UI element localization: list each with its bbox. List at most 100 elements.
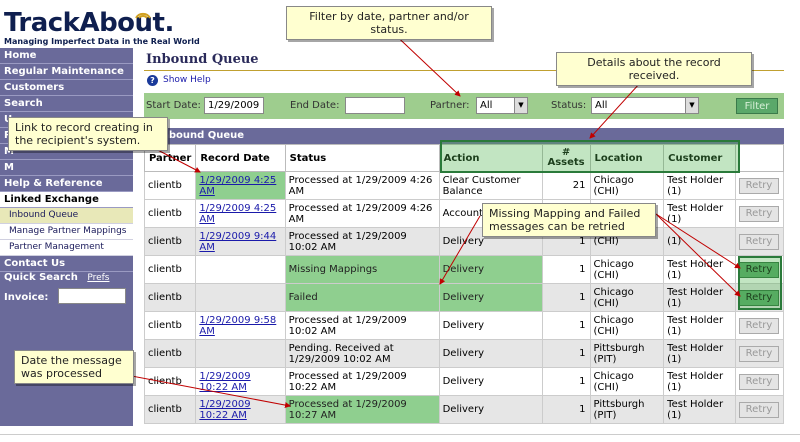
details-highlight-box (440, 140, 740, 173)
nav-contact-us[interactable]: Contact Us (0, 256, 133, 272)
record-date-link[interactable]: 1/29/2009 10:22 AM (199, 399, 250, 421)
status-select[interactable]: All ▼ (591, 97, 699, 114)
cell-status: Pending. Received at 1/29/2009 10:02 AM (284, 339, 440, 368)
cell-partner: clientb (143, 311, 197, 340)
cell-status: Processed at 1/29/2009 10:02 AM (284, 227, 440, 256)
end-date-input[interactable] (345, 97, 405, 114)
filter-button[interactable]: Filter (736, 98, 778, 114)
cell-retry: Retry (734, 311, 785, 340)
table-row: clientb Pending. Received at 1/29/2009 1… (143, 339, 785, 368)
cell-record-date: 1/29/2009 4:25 AM (195, 171, 286, 200)
nav-search[interactable]: Search (0, 96, 133, 112)
cell-action: Delivery (438, 283, 543, 312)
retry-button[interactable]: Retry (738, 205, 779, 222)
nav-regular-maintenance[interactable]: Regular Maintenance (0, 64, 133, 80)
cell-record-date (195, 339, 286, 368)
retry-button[interactable]: Retry (738, 317, 779, 334)
record-date-link[interactable]: 1/29/2009 9:44 AM (199, 231, 276, 253)
nav-help-reference[interactable]: Help & Reference (0, 176, 133, 192)
cell-retry: Retry (734, 367, 785, 396)
cell-partner: clientb (143, 171, 197, 200)
retry-highlight-box (738, 256, 782, 310)
table-row: clientb 1/29/2009 4:25 AM Processed at 1… (143, 199, 785, 228)
record-date-link[interactable]: 1/29/2009 9:58 AM (199, 315, 276, 337)
retry-button[interactable]: Retry (738, 373, 779, 390)
retry-button[interactable]: Retry (738, 177, 779, 194)
callout-retry: Missing Mapping and Failed messages can … (482, 203, 656, 237)
cell-customer: Test Holder (1) (663, 367, 736, 396)
nav-linked-exchange[interactable]: Linked Exchange (0, 192, 133, 208)
signal-icon (135, 12, 151, 19)
cell-record-date (195, 255, 286, 284)
partner-select[interactable]: All ▼ (476, 97, 528, 114)
cell-customer: Test Holder (1) (663, 339, 736, 368)
nav-inbound-queue[interactable]: Inbound Queue (0, 208, 133, 224)
cell-partner: clientb (143, 227, 197, 256)
cell-assets: 21 (541, 171, 591, 200)
table-row: clientb 1/29/2009 10:22 AM Processed at … (143, 367, 785, 396)
cell-retry: Retry (734, 395, 785, 424)
record-date-link[interactable]: 1/29/2009 10:22 AM (199, 371, 250, 393)
inbound-queue-table: Partner Record Date Status Action # Asse… (143, 144, 785, 424)
cell-action: Delivery (438, 255, 543, 284)
table-row: clientb 1/29/2009 9:58 AM Processed at 1… (143, 311, 785, 340)
cell-record-date: 1/29/2009 10:22 AM (195, 395, 286, 424)
status-label: Status: (551, 100, 587, 111)
cell-partner: clientb (143, 283, 197, 312)
invoice-label: Invoice: (4, 292, 49, 303)
cell-record-date (195, 283, 286, 312)
cell-action: Delivery (438, 395, 543, 424)
nav-home[interactable]: Home (0, 48, 133, 64)
col-status[interactable]: Status (284, 144, 440, 172)
help-icon[interactable]: ? (147, 75, 158, 86)
col-record-date[interactable]: Record Date (195, 144, 286, 172)
cell-assets: 1 (541, 311, 591, 340)
nav-customers[interactable]: Customers (0, 80, 133, 96)
cell-record-date: 1/29/2009 4:25 AM (195, 199, 286, 228)
cell-customer: Test Holder (1) (663, 283, 736, 312)
nav-manage-partner-mappings[interactable]: Manage Partner Mappings (0, 224, 133, 240)
page-title: Inbound Queue (146, 52, 259, 67)
cell-status: Processed at 1/29/2009 10:22 AM (284, 367, 440, 396)
cell-location: Chicago (CHI) (589, 171, 665, 200)
nav-partner-management[interactable]: Partner Management (0, 240, 133, 256)
col-retry (734, 144, 785, 172)
invoice-input[interactable] (58, 288, 126, 304)
cell-record-date: 1/29/2009 10:22 AM (195, 367, 286, 396)
cell-partner: clientb (143, 395, 197, 424)
retry-button[interactable]: Retry (738, 401, 779, 418)
cell-action: Delivery (438, 367, 543, 396)
table-row: clientb 1/29/2009 9:44 AM Processed at 1… (143, 227, 785, 256)
chevron-down-icon: ▼ (685, 98, 698, 113)
cell-assets: 1 (541, 395, 591, 424)
record-date-link[interactable]: 1/29/2009 4:25 AM (199, 175, 276, 197)
callout-details: Details about the record received. (556, 52, 752, 86)
cell-location: Chicago (CHI) (589, 311, 665, 340)
cell-retry: Retry (734, 199, 785, 228)
cell-partner: clientb (143, 339, 197, 368)
cell-location: Pittsburgh (PIT) (589, 339, 665, 368)
cell-location: Chicago (CHI) (589, 367, 665, 396)
cell-customer: Test Holder (1) (663, 311, 736, 340)
cell-location: Chicago (CHI) (589, 283, 665, 312)
cell-customer: (1) (663, 227, 736, 256)
start-date-input[interactable]: 1/29/2009 (204, 97, 264, 114)
retry-button[interactable]: Retry (738, 233, 779, 250)
chevron-down-icon: ▼ (514, 98, 527, 113)
table-row: clientb 1/29/2009 4:25 AM Processed at 1… (143, 171, 785, 200)
cell-status: Processed at 1/29/2009 4:26 AM (284, 199, 440, 228)
status-select-value: All (595, 100, 608, 111)
prefs-link[interactable]: Prefs (87, 273, 109, 283)
cell-record-date: 1/29/2009 9:44 AM (195, 227, 286, 256)
trackabout-logo[interactable]: TrackAbout. Managing Imperfect Data in t… (4, 6, 214, 46)
partner-select-value: All (480, 100, 493, 111)
cell-assets: 1 (541, 367, 591, 396)
retry-button[interactable]: Retry (738, 345, 779, 362)
nav-item-m2[interactable]: M (0, 160, 133, 176)
cell-assets: 1 (541, 255, 591, 284)
cell-customer: Test Holder (1) (663, 255, 736, 284)
cell-status: Processed at 1/29/2009 10:02 AM (284, 311, 440, 340)
record-date-link[interactable]: 1/29/2009 4:25 AM (199, 203, 276, 225)
show-help-link[interactable]: Show Help (163, 75, 211, 85)
cell-customer: Test Holder (1) (663, 171, 736, 200)
